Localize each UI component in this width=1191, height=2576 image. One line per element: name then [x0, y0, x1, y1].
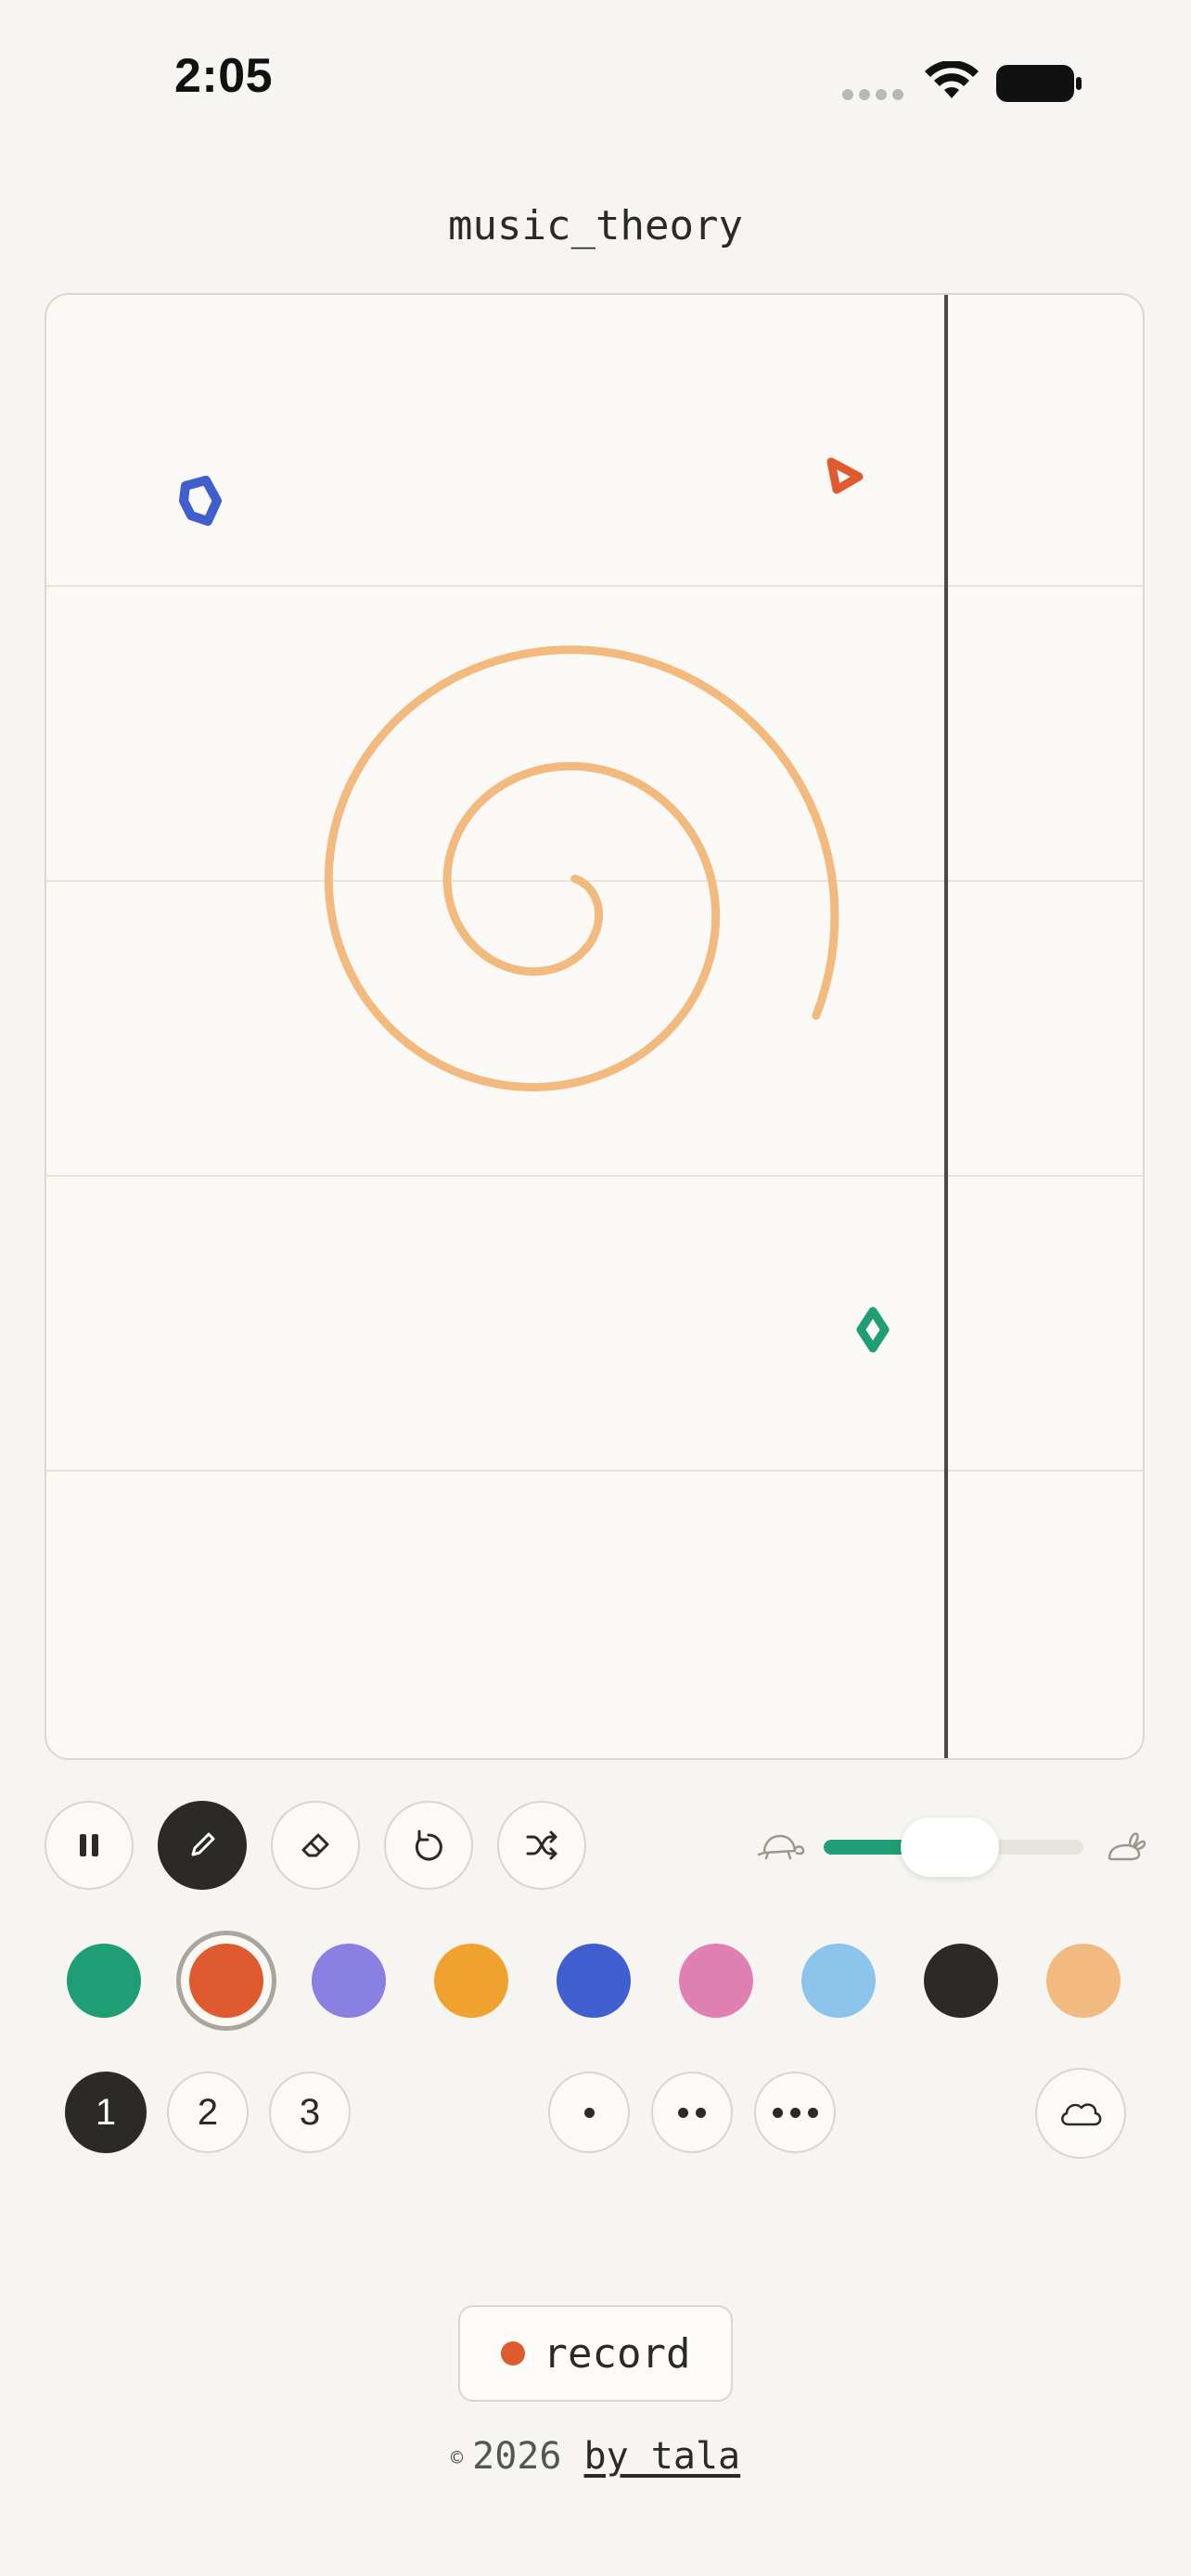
shuffle-button[interactable]: [497, 1801, 586, 1890]
density-1-button[interactable]: [548, 2072, 630, 2153]
layer-2-button[interactable]: 2: [167, 2072, 249, 2153]
dot-icon: [696, 2107, 706, 2118]
shuffle-icon: [526, 1830, 557, 1860]
green-diamond-stroke: [856, 1307, 890, 1353]
color-swatch[interactable]: [67, 1944, 141, 2018]
pen-tool-button[interactable]: [158, 1801, 247, 1890]
page-title: music_theory: [448, 202, 743, 249]
layer-1-button[interactable]: 1: [65, 2072, 147, 2153]
dot-icon: [807, 2107, 818, 2118]
record-label: record: [543, 2329, 691, 2378]
drawing-canvas[interactable]: [45, 293, 1145, 1760]
battery-icon: [996, 65, 1082, 102]
options-row: 1 2 3: [0, 2068, 1191, 2161]
color-swatch[interactable]: [189, 1944, 263, 2018]
color-swatch[interactable]: [557, 1944, 631, 2018]
undo-button[interactable]: [384, 1801, 473, 1890]
color-palette: [0, 1934, 1191, 2027]
speed-slider[interactable]: [757, 1814, 1146, 1881]
signal-dots-icon: [842, 89, 907, 100]
pause-icon: [80, 1834, 98, 1856]
color-swatch[interactable]: [924, 1944, 998, 2018]
copyright-symbol: ©: [450, 2446, 464, 2470]
rabbit-icon: [1108, 1832, 1146, 1861]
cloud-icon: [1061, 2103, 1102, 2126]
layer-3-button[interactable]: 3: [269, 2072, 351, 2153]
blue-stroke: [179, 476, 222, 526]
color-swatch[interactable]: [679, 1944, 753, 2018]
red-triangle-stroke: [826, 457, 864, 494]
status-bar: 2:05: [0, 0, 1191, 158]
dot-icon: [678, 2107, 688, 2118]
density-3-button[interactable]: [754, 2072, 836, 2153]
dot-icon: [789, 2107, 800, 2118]
status-time: 2:05: [174, 49, 274, 103]
record-button[interactable]: record: [458, 2305, 733, 2402]
record-dot-icon: [500, 2341, 525, 2366]
color-swatch[interactable]: [801, 1944, 876, 2018]
staff-lines: [46, 585, 1143, 1472]
turtle-icon: [757, 1834, 805, 1860]
speed-thumb[interactable]: [901, 1817, 999, 1877]
dot-icon: [772, 2107, 783, 2118]
footer: © 2026 by_tala: [0, 2435, 1191, 2478]
canvas-drawing: [46, 295, 1143, 1758]
color-swatch[interactable]: [1046, 1944, 1121, 2018]
density-2-button[interactable]: [651, 2072, 733, 2153]
undo-icon: [415, 1830, 442, 1861]
eraser-tool-button[interactable]: [271, 1801, 360, 1890]
color-swatch[interactable]: [312, 1944, 386, 2018]
pen-icon: [191, 1832, 215, 1856]
author-link[interactable]: by_tala: [584, 2435, 741, 2478]
cloud-button[interactable]: [1035, 2068, 1126, 2159]
orange-spiral-stroke: [324, 645, 839, 1091]
color-swatch[interactable]: [434, 1944, 508, 2018]
eraser-icon: [301, 1833, 329, 1857]
footer-year: 2026: [472, 2435, 562, 2478]
wifi-icon: [925, 61, 979, 98]
dot-icon: [583, 2107, 595, 2118]
pause-button[interactable]: [45, 1801, 134, 1890]
